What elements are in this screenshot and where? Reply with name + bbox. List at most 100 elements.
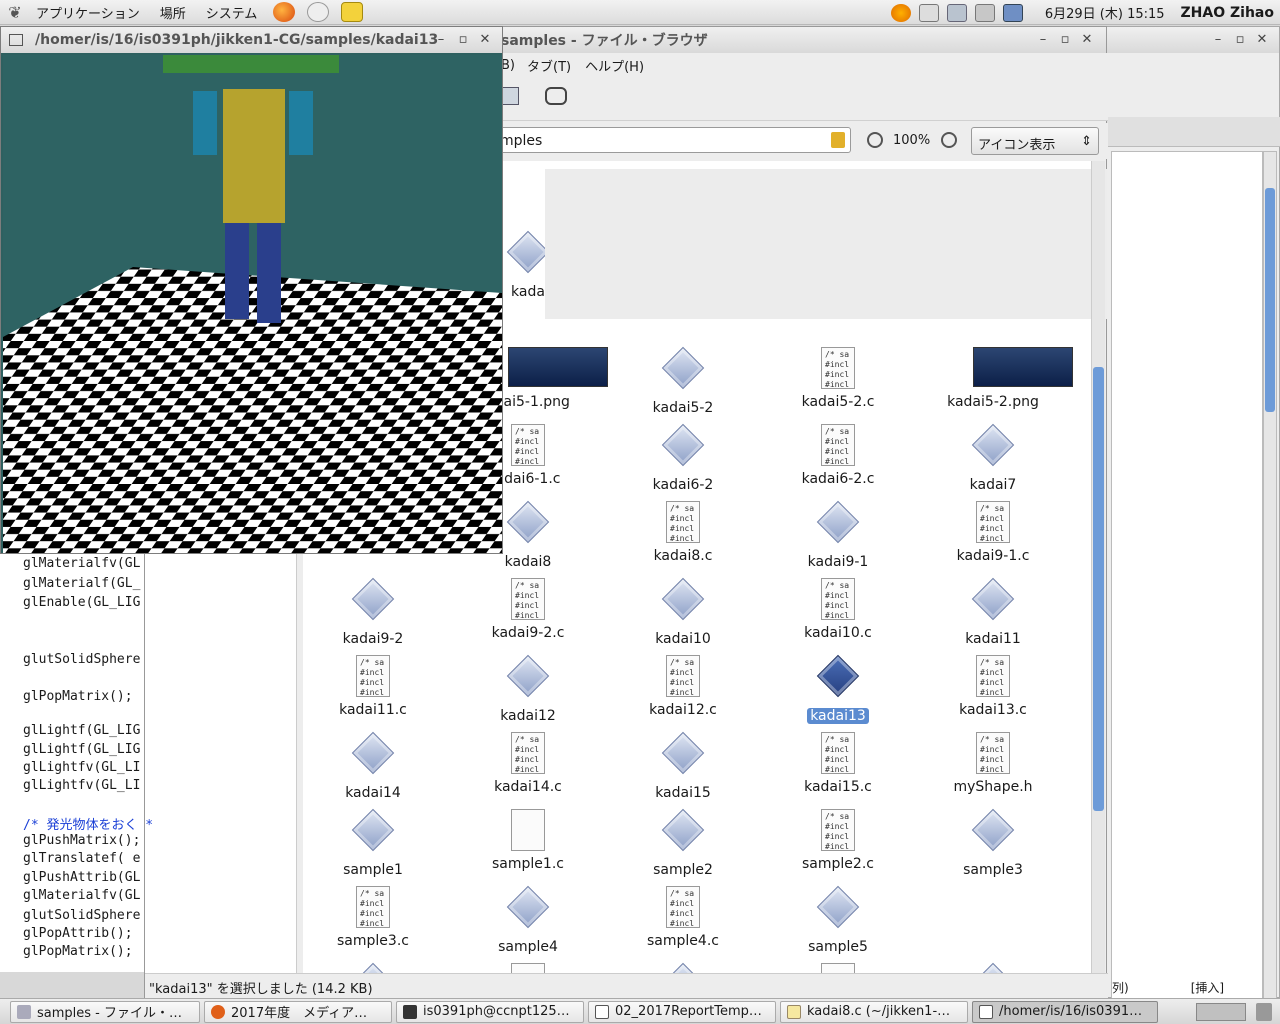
file-item[interactable]: kadai5-2.png	[923, 347, 1073, 410]
evolution-launcher-icon[interactable]	[307, 2, 330, 22]
file-item-partial[interactable]	[923, 962, 1063, 973]
file-item[interactable]: /* sa #incl #incl #incl myShape.h	[923, 732, 1063, 795]
file-item[interactable]: kadai15	[613, 731, 753, 801]
file-item[interactable]: kadai12	[458, 654, 598, 724]
workspace-switcher[interactable]	[1196, 1002, 1246, 1021]
clear-brush-icon[interactable]	[831, 132, 845, 148]
close-icon[interactable]: ✕	[474, 31, 496, 49]
zoom-out-icon[interactable]	[867, 132, 883, 148]
image-thumbnail-icon	[508, 347, 608, 387]
file-item[interactable]: kadai13	[768, 654, 908, 724]
file-item[interactable]: /* sa #incl #incl #incl kadai8.c	[613, 501, 753, 564]
file-name: kadai10.c	[804, 625, 872, 641]
file-item[interactable]: /* sa #incl #incl #incl kadai15.c	[768, 732, 908, 795]
file-item[interactable]: /* sa #incl #incl #incl kadai12.c	[613, 655, 753, 718]
close-icon[interactable]: ✕	[1251, 31, 1273, 49]
zoom-in-icon[interactable]	[941, 132, 957, 148]
file-item[interactable]: /* sa #incl #incl #incl kadai10.c	[768, 578, 908, 641]
file-item[interactable]: /* sa #incl #incl #incl kadai9-1.c	[923, 501, 1063, 564]
file-item-partial[interactable]	[458, 963, 598, 973]
task-document[interactable]: 02_2017ReportTemp…	[588, 1000, 776, 1023]
file-item[interactable]: sample1	[303, 808, 443, 878]
network-icon[interactable]	[946, 3, 967, 22]
file-item[interactable]: sample5	[768, 885, 908, 955]
maximize-icon[interactable]: ▫	[1054, 31, 1076, 49]
task-file-browser[interactable]: samples - ファイル・…	[10, 1000, 200, 1023]
executable-icon	[661, 577, 705, 621]
display-icon[interactable]	[1002, 3, 1023, 22]
file-item[interactable]: /* sa #incl #incl #incl sample2.c	[768, 809, 908, 872]
file-name: kadai13	[807, 708, 869, 724]
code-line: glLightfv(GL_LI	[23, 778, 141, 793]
menu-bookmarks[interactable]: B)	[501, 58, 515, 73]
file-item[interactable]: sample1.c	[458, 809, 598, 872]
trash-icon[interactable]	[1256, 1002, 1272, 1021]
notes-launcher-icon[interactable]	[341, 2, 364, 22]
editor-document[interactable]	[1111, 151, 1263, 999]
scroll-thumb[interactable]	[1093, 367, 1104, 811]
volume-icon[interactable]	[974, 3, 995, 22]
file-item[interactable]: kadai6-2	[613, 423, 753, 493]
menu-tabs[interactable]: タブ(T)	[527, 56, 571, 75]
source-file-icon: /* sa #incl #incl #incl	[356, 886, 390, 928]
minimize-icon[interactable]: –	[1032, 31, 1054, 49]
minimize-icon[interactable]: –	[430, 31, 452, 49]
search-binoculars-icon[interactable]	[545, 87, 567, 105]
firefox-launcher-icon[interactable]	[273, 2, 296, 22]
file-name: sample3	[963, 862, 1023, 878]
close-icon[interactable]: ✕	[1076, 31, 1098, 49]
file-item[interactable]: kadai14	[303, 731, 443, 801]
computer-icon[interactable]	[501, 87, 519, 105]
file-item[interactable]: /* sa #incl #incl #incl kadai13.c	[923, 655, 1063, 718]
clock[interactable]: 6月29日 (木) 15:15	[1045, 3, 1165, 22]
task-terminal[interactable]: is0391ph@ccnpt125…	[396, 1000, 584, 1023]
file-item[interactable]: sample4	[458, 885, 598, 955]
file-item[interactable]: /* sa #incl #incl #incl kadai5-2.c	[768, 347, 908, 410]
gl-window: /homer/is/16/is0391ph/jikken1-CG/samples…	[0, 26, 503, 554]
menu-applications[interactable]: アプリケーション	[26, 3, 150, 22]
user-name[interactable]: ZHAO Zihao	[1181, 5, 1274, 21]
executable-icon	[971, 808, 1015, 852]
file-item[interactable]: kadai9-1	[768, 500, 908, 570]
file-item[interactable]: kadai7	[923, 423, 1063, 493]
editor-scrollbar[interactable]	[1263, 151, 1277, 999]
code-line: glPushMatrix();	[23, 833, 141, 848]
source-file-icon: /* sa #incl #incl #incl	[821, 347, 855, 389]
maximize-icon[interactable]: ▫	[452, 31, 474, 49]
menu-system[interactable]: システム	[196, 3, 268, 22]
file-item[interactable]: sample3	[923, 808, 1063, 878]
file-item[interactable]: /* sa #incl #incl #incl kadai11.c	[303, 655, 443, 718]
task-gl-window[interactable]: /homer/is/16/is0391…	[972, 1000, 1158, 1023]
file-item-partial[interactable]	[768, 963, 908, 973]
update-notifier-icon[interactable]	[890, 3, 911, 22]
file-item[interactable]: sample2	[613, 808, 753, 878]
gl-scene	[3, 55, 502, 553]
maximize-icon[interactable]: ▫	[1229, 31, 1251, 49]
code-line: glPopMatrix();	[23, 944, 133, 959]
minimize-icon[interactable]: –	[1207, 31, 1229, 49]
file-item[interactable]: /* sa #incl #incl #incl kadai6-2.c	[768, 424, 908, 487]
menu-places[interactable]: 場所	[150, 3, 196, 22]
editor-scroll-thumb[interactable]	[1265, 188, 1275, 412]
file-item[interactable]: /* sa #incl #incl #incl sample3.c	[303, 886, 443, 949]
file-item-partial[interactable]	[303, 962, 443, 973]
file-item[interactable]: kadai5-2	[613, 346, 753, 416]
file-name: kadai9-1.c	[956, 548, 1030, 564]
file-item[interactable]: kadai9-2	[303, 577, 443, 647]
file-item-partial[interactable]	[613, 962, 753, 973]
menu-help[interactable]: ヘルプ(H)	[585, 56, 644, 75]
task-editor[interactable]: kadai8.c (~/jikken1-…	[780, 1000, 968, 1023]
file-item[interactable]: kadai11	[923, 577, 1063, 647]
gl-canvas[interactable]	[3, 55, 502, 553]
file-item[interactable]: kadai10	[613, 577, 753, 647]
file-item[interactable]: /* sa #incl #incl #incl sample4.c	[613, 886, 753, 949]
file-item[interactable]: /* sa #incl #incl #incl kadai9-2.c	[458, 578, 598, 641]
disk-icon[interactable]	[918, 3, 939, 22]
task-firefox[interactable]: 2017年度 メディア…	[204, 1000, 392, 1023]
file-item[interactable]: /* sa #incl #incl #incl kadai14.c	[458, 732, 598, 795]
popup-overlay	[545, 169, 1107, 319]
view-mode-select[interactable]: アイコン表示 ⇕	[971, 127, 1099, 155]
gnome-foot-icon[interactable]: ❦	[4, 1, 26, 23]
icon-view-scrollbar[interactable]	[1091, 161, 1105, 973]
window-menu-icon[interactable]	[9, 34, 23, 46]
